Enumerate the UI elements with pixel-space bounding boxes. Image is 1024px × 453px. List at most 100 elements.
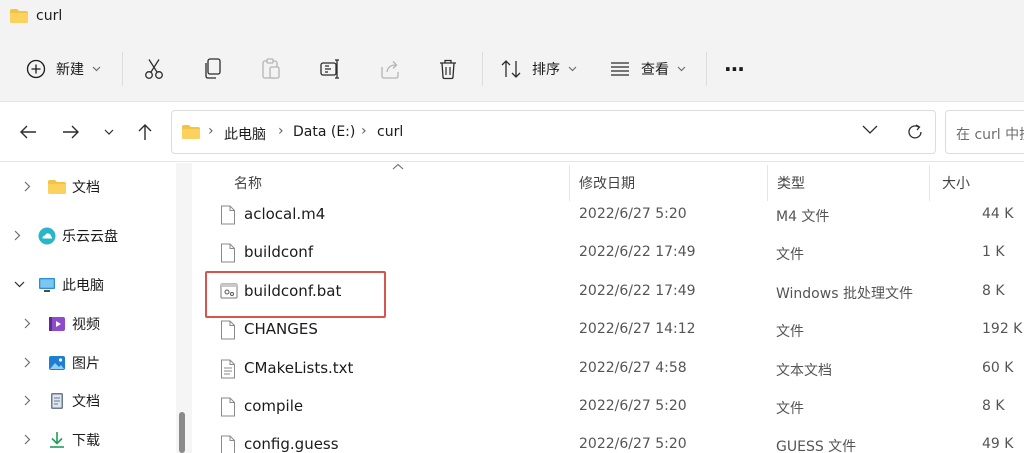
table-row[interactable]: CHANGES 2022/6/27 14:12 文件 192 K — [192, 312, 1024, 350]
table-row[interactable]: config.guess 2022/6/27 5:20 GUESS 文件 49 … — [192, 427, 1024, 453]
downloads-icon — [50, 432, 64, 448]
more-options-button[interactable]: ··· — [724, 54, 745, 84]
cut-button[interactable] — [144, 54, 164, 84]
file-name: buildconf.bat — [244, 282, 342, 300]
file-date: 2022/6/27 5:20 — [579, 206, 687, 222]
table-row[interactable]: buildconf 2022/6/22 17:49 文件 1 K — [192, 235, 1024, 273]
file-type: Windows 批处理文件 — [776, 286, 913, 302]
command-bar: 新建 排序 查看 ··· — [0, 36, 1024, 102]
trash-icon — [440, 59, 456, 80]
chevron-right-icon[interactable] — [24, 181, 31, 192]
file-name: compile — [244, 397, 304, 415]
sidebar-item-label: 乐云云盘 — [62, 229, 118, 245]
table-row[interactable]: buildconf.bat 2022/6/22 17:49 Windows 批处… — [192, 274, 1024, 312]
sidebar-item-label: 文档 — [72, 180, 100, 196]
table-row[interactable]: aclocal.m4 2022/6/27 5:20 M4 文件 44 K — [192, 197, 1024, 235]
sort-icon — [501, 60, 521, 78]
sidebar-scrollbar-thumb[interactable] — [179, 412, 185, 453]
search-input[interactable]: 在 curl 中搜 — [945, 110, 1024, 154]
breadcrumb-separator: › — [361, 123, 367, 139]
sidebar-item-documents[interactable]: 文档 — [0, 383, 176, 419]
file-size: 8 K — [982, 398, 1005, 414]
paste-button[interactable] — [261, 54, 281, 84]
column-header-size[interactable]: 大小 — [942, 173, 970, 193]
new-button-label: 新建 — [56, 62, 84, 78]
breadcrumb-separator: › — [208, 123, 214, 139]
chevron-right-icon[interactable] — [14, 230, 21, 241]
chevron-down-icon[interactable] — [14, 281, 25, 288]
address-bar[interactable]: › 此电脑 › Data (E:) › curl — [171, 110, 936, 154]
column-divider[interactable] — [767, 165, 768, 201]
breadcrumb-curl[interactable]: curl — [377, 124, 403, 140]
navigation-pane: 文档 乐云云盘 此电脑 视频 图片 文档 下载 — [0, 163, 176, 453]
list-view-icon — [611, 62, 629, 76]
column-divider[interactable] — [929, 165, 930, 201]
delete-button[interactable] — [438, 54, 458, 84]
up-button[interactable] — [133, 120, 157, 144]
this-pc-icon — [39, 278, 55, 292]
sidebar-item-documents-folder[interactable]: 文档 — [0, 169, 176, 205]
forward-button[interactable] — [59, 120, 83, 144]
table-row[interactable]: CMakeLists.txt 2022/6/27 4:58 文本文档 60 K — [192, 351, 1024, 389]
arrow-left-icon — [20, 125, 36, 139]
view-button[interactable]: 查看 — [609, 54, 686, 84]
file-date: 2022/6/27 4:58 — [579, 360, 687, 376]
copy-button[interactable] — [203, 54, 223, 84]
back-button[interactable] — [16, 120, 40, 144]
sidebar-item-label: 此电脑 — [62, 278, 104, 294]
rename-icon — [320, 59, 339, 79]
chevron-down-icon — [568, 66, 577, 72]
file-name: CMakeLists.txt — [244, 359, 354, 377]
rename-button[interactable] — [320, 54, 342, 84]
chevron-down-icon[interactable] — [862, 125, 878, 135]
sidebar-item-downloads[interactable]: 下载 — [0, 422, 176, 453]
table-row[interactable]: compile 2022/6/27 5:20 文件 8 K — [192, 389, 1024, 427]
chevron-right-icon[interactable] — [24, 318, 31, 329]
plus-circle-icon — [26, 59, 46, 79]
file-date: 2022/6/27 14:12 — [579, 321, 696, 337]
sidebar-item-label: 视频 — [72, 317, 100, 333]
sidebar-item-label: 下载 — [72, 433, 100, 449]
chevron-right-icon[interactable] — [24, 434, 31, 445]
new-button[interactable]: 新建 — [26, 54, 101, 84]
sidebar-scrollbar-track[interactable] — [176, 163, 192, 453]
file-type: 文件 — [776, 247, 804, 263]
text-file-icon — [221, 359, 235, 379]
sidebar-item-this-pc[interactable]: 此电脑 — [0, 267, 176, 303]
share-button[interactable] — [379, 54, 401, 84]
view-button-label: 查看 — [641, 62, 669, 78]
column-header-type[interactable]: 类型 — [777, 173, 805, 193]
file-date: 2022/6/22 17:49 — [579, 244, 696, 260]
sidebar-item-pictures[interactable]: 图片 — [0, 345, 176, 381]
chevron-down-icon — [677, 66, 686, 72]
folder-icon — [182, 125, 200, 139]
file-type: 文件 — [776, 324, 804, 340]
chevron-right-icon[interactable] — [24, 357, 31, 368]
recent-locations-button[interactable] — [97, 120, 121, 144]
file-type: M4 文件 — [776, 209, 830, 225]
breadcrumb-this-pc[interactable]: 此电脑 — [224, 124, 266, 144]
clipboard-icon — [262, 58, 280, 79]
file-date: 2022/6/27 5:20 — [579, 398, 687, 414]
column-header-name[interactable]: 名称 — [234, 173, 262, 193]
file-icon — [221, 243, 235, 263]
window-title: curl — [36, 8, 63, 24]
breadcrumb-data-drive[interactable]: Data (E:) — [293, 124, 355, 140]
column-divider[interactable] — [569, 165, 570, 201]
cloud-drive-icon — [38, 227, 56, 245]
sidebar-item-label: 图片 — [72, 356, 100, 372]
sidebar-item-videos[interactable]: 视频 — [0, 306, 176, 342]
more-icon: ··· — [724, 57, 745, 81]
sort-button[interactable]: 排序 — [500, 54, 577, 84]
file-type: 文件 — [776, 401, 804, 417]
file-name: CHANGES — [244, 320, 318, 338]
sidebar-item-cloud-drive[interactable]: 乐云云盘 — [0, 218, 176, 254]
arrow-up-icon — [138, 124, 152, 140]
file-icon — [221, 205, 235, 225]
refresh-icon[interactable] — [906, 123, 924, 141]
chevron-right-icon[interactable] — [24, 395, 31, 406]
file-list: 名称 修改日期 类型 大小 aclocal.m4 2022/6/27 5:20 … — [192, 163, 1024, 453]
file-icon — [221, 435, 235, 453]
column-header-date[interactable]: 修改日期 — [579, 173, 635, 193]
folder-icon — [48, 180, 66, 194]
